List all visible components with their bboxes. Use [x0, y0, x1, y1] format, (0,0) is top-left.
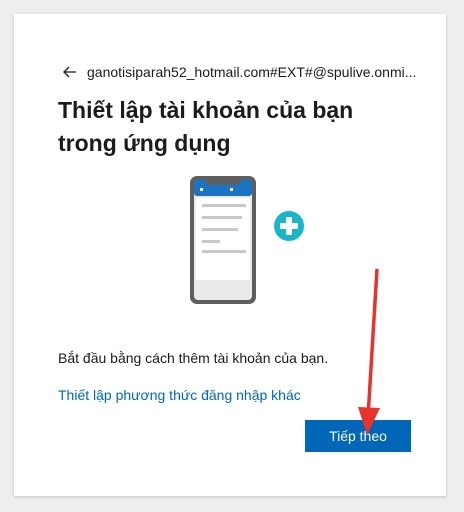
back-button[interactable]	[62, 64, 78, 80]
back-arrow-icon	[63, 66, 76, 78]
alternate-sign-in-link[interactable]: Thiết lập phương thức đăng nhập khác	[58, 387, 301, 403]
sign-in-card: ganotisiparah52_hotmail.com#EXT#@spulive…	[14, 14, 446, 496]
identity-banner: ganotisiparah52_hotmail.com#EXT#@spulive…	[62, 64, 422, 80]
next-button[interactable]: Tiếp theo	[305, 420, 411, 452]
page-title: Thiết lập tài khoản của bạn trong ứng dụ…	[58, 97, 354, 156]
page: ganotisiparah52_hotmail.com#EXT#@spulive…	[0, 0, 464, 512]
account-identity: ganotisiparah52_hotmail.com#EXT#@spulive…	[87, 64, 417, 80]
phone-add-account-illustration	[190, 176, 306, 304]
description-text: Bắt đầu bằng cách thêm tài khoản của bạn…	[58, 350, 329, 366]
